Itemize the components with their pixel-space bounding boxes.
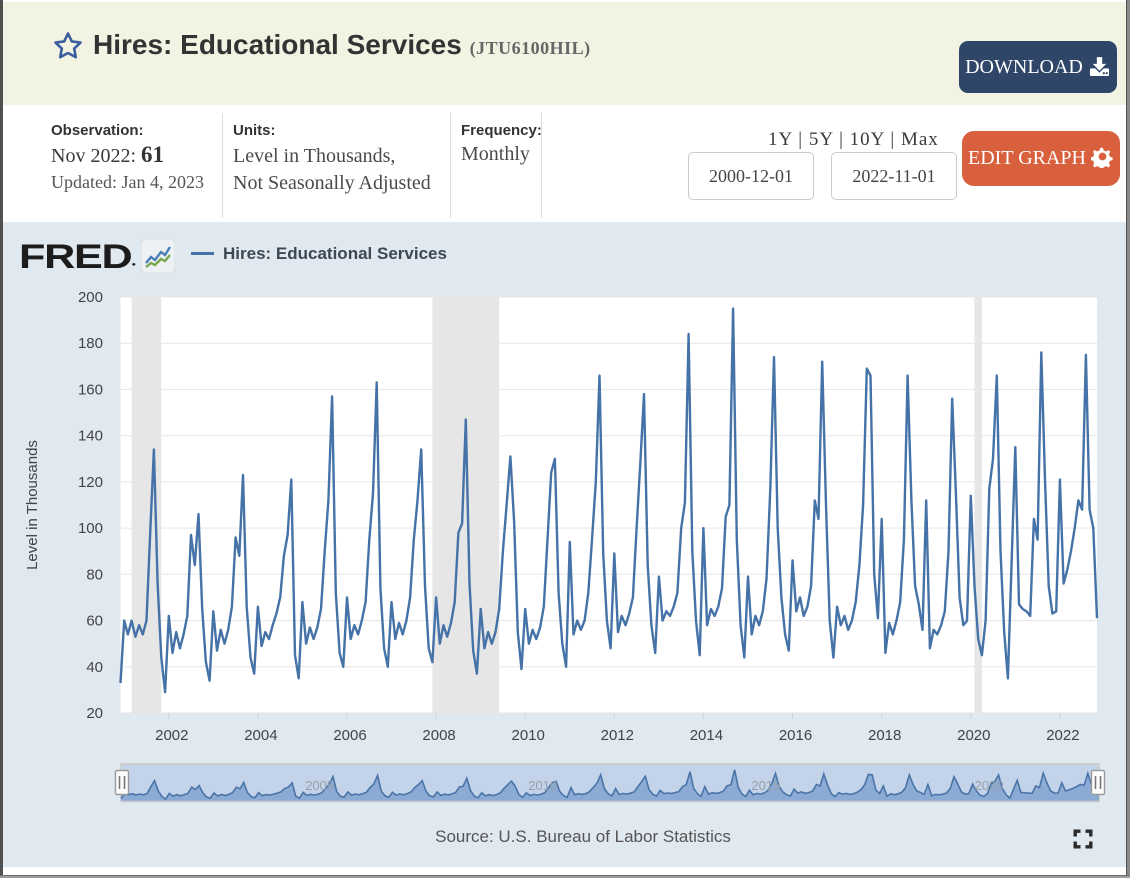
svg-text:2012: 2012 (601, 727, 634, 744)
svg-text:2005: 2005 (305, 778, 334, 793)
svg-text:160: 160 (78, 381, 103, 398)
svg-text:80: 80 (86, 566, 103, 583)
svg-text:140: 140 (78, 428, 103, 445)
svg-text:2010: 2010 (528, 778, 557, 793)
svg-text:40: 40 (86, 659, 103, 676)
svg-text:180: 180 (78, 335, 103, 352)
svg-text:2008: 2008 (422, 727, 455, 744)
svg-text:Level in Thousands: Level in Thousands (24, 440, 41, 570)
svg-text:2006: 2006 (333, 727, 366, 744)
svg-text:2018: 2018 (868, 727, 901, 744)
svg-text:120: 120 (78, 474, 103, 491)
svg-text:2016: 2016 (779, 727, 812, 744)
svg-text:2020: 2020 (975, 778, 1004, 793)
svg-text:2010: 2010 (512, 727, 545, 744)
svg-text:100: 100 (78, 520, 103, 537)
svg-text:2022: 2022 (1046, 727, 1079, 744)
svg-text:2002: 2002 (155, 727, 188, 744)
svg-text:2014: 2014 (690, 727, 723, 744)
svg-text:2015: 2015 (751, 778, 780, 793)
svg-text:60: 60 (86, 613, 103, 630)
svg-text:20: 20 (86, 705, 103, 722)
svg-text:2004: 2004 (244, 727, 277, 744)
svg-text:200: 200 (78, 289, 103, 306)
svg-text:2020: 2020 (957, 727, 990, 744)
